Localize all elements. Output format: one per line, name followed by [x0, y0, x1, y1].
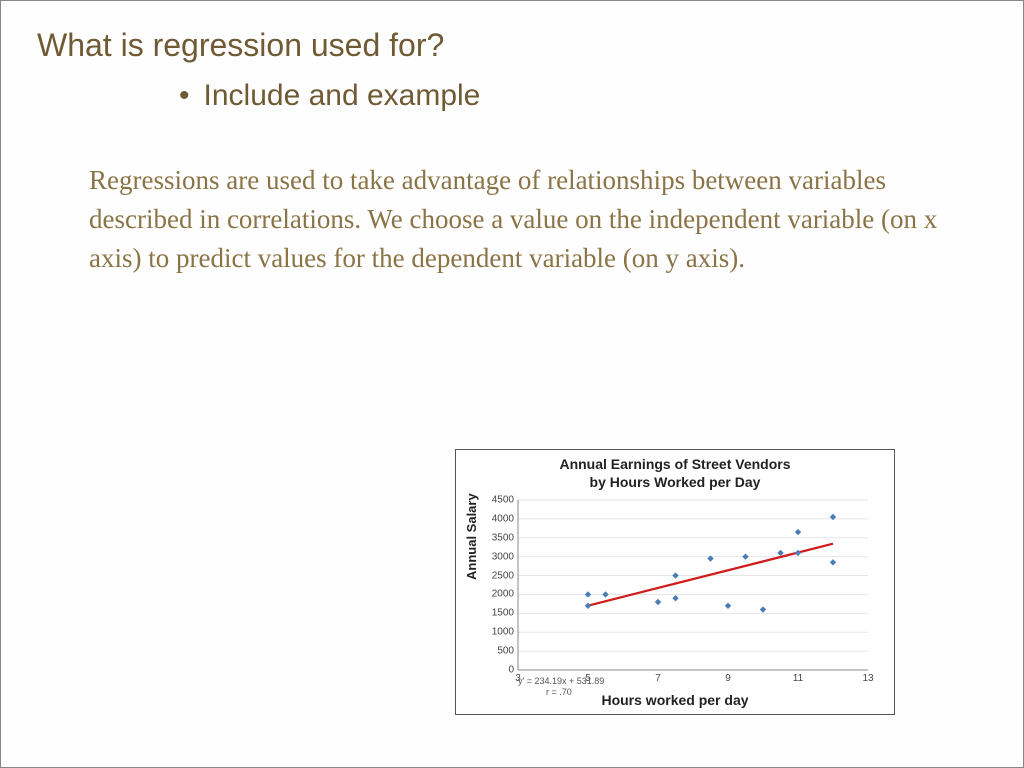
bullet-icon: •: [179, 81, 190, 111]
ytick-label: 4000: [486, 513, 514, 524]
ytick-label: 4500: [486, 495, 514, 506]
ytick-label: 3000: [486, 551, 514, 562]
ytick-label: 3500: [486, 532, 514, 543]
ytick-label: 2000: [486, 589, 514, 600]
xtick-label: 7: [655, 673, 661, 684]
xtick-label: 9: [725, 673, 731, 684]
slide-title: What is regression used for?: [37, 27, 444, 64]
chart-xlabel: Hours worked per day: [456, 692, 894, 708]
bullet-item: • Include and example: [179, 79, 480, 113]
chart-ylabel: Annual Salary: [464, 493, 479, 580]
ytick-label: 1000: [486, 627, 514, 638]
chart-title: Annual Earnings of Street Vendorsby Hour…: [456, 450, 894, 491]
ytick-label: 0: [486, 665, 514, 676]
chart-container: Annual Earnings of Street Vendorsby Hour…: [455, 449, 895, 715]
chart-plot-area: [518, 500, 868, 670]
ytick-label: 1500: [486, 608, 514, 619]
xtick-label: 13: [862, 673, 873, 684]
chart-svg: [518, 500, 868, 670]
slide: What is regression used for? • Include a…: [0, 0, 1024, 768]
ytick-label: 2500: [486, 570, 514, 581]
bullet-text: Include and example: [204, 79, 481, 113]
xtick-label: 11: [793, 673, 803, 684]
body-paragraph: Regressions are used to take advantage o…: [89, 161, 939, 278]
ytick-label: 500: [486, 646, 514, 657]
equation-line-1: y' = 234.19x + 531.89: [518, 676, 604, 687]
